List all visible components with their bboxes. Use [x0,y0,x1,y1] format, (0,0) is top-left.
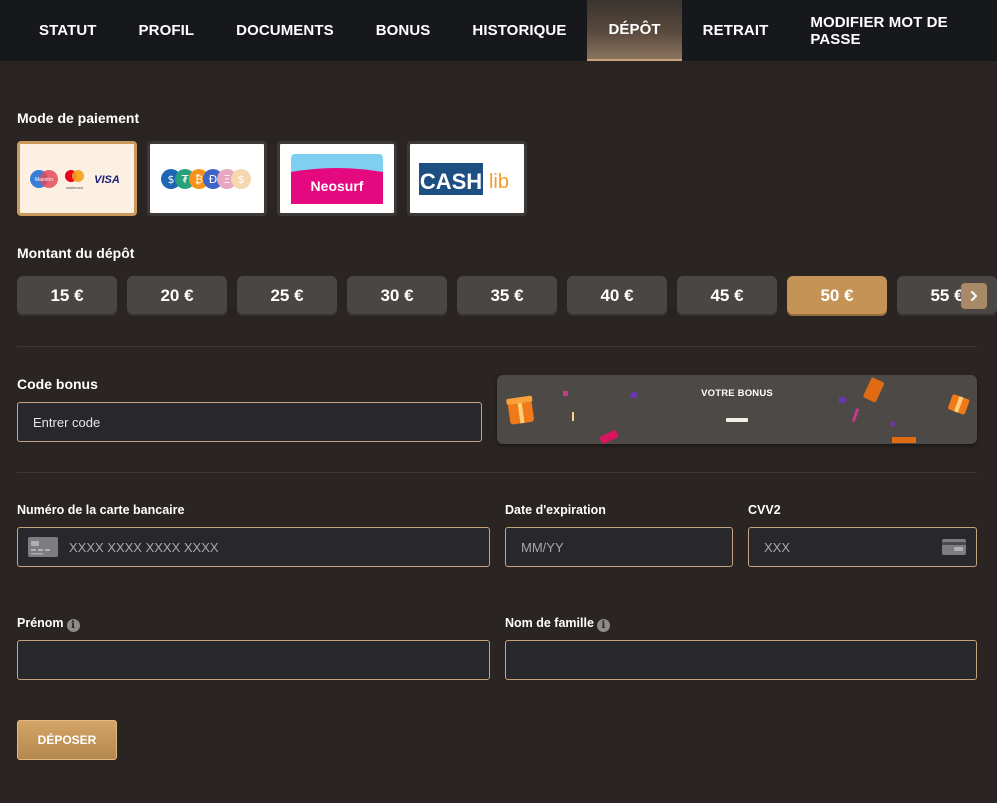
last-name-label: Nom de famille i [505,616,610,632]
amount-option-40[interactable]: 40 € [567,276,667,316]
svg-text:Neosurf: Neosurf [311,178,364,194]
card-number-input[interactable] [58,528,489,566]
svg-text:CASH: CASH [420,169,482,194]
expiry-date-field [505,527,733,567]
info-icon[interactable]: i [66,619,80,632]
tab-profil[interactable]: PROFIL [118,0,216,61]
svg-text:₿: ₿ [195,173,203,186]
amount-option-30[interactable]: 30 € [347,276,447,316]
first-name-label: Prénom i [17,616,80,632]
neosurf-logo: Neosurf [291,153,383,204]
payment-method-label: Mode de paiement [17,110,140,126]
cvv-field [748,527,977,567]
expiry-date-label: Date d'expiration [505,503,606,517]
tab-modifier-mot-de-passe[interactable]: MODIFIER MOT DE PASSE [789,0,997,61]
svg-text:Ξ: Ξ [224,173,231,186]
amount-option-50[interactable]: 50 € [787,276,887,316]
amount-option-35[interactable]: 35 € [457,276,557,316]
svg-text:$: $ [168,173,175,186]
last-name-input[interactable] [506,641,976,679]
cashlib-logo: CASH lib [419,162,509,195]
divider [17,346,977,347]
expiry-date-input[interactable] [506,528,732,566]
tab-statut[interactable]: STATUT [18,0,118,61]
info-icon[interactable]: i [596,619,610,632]
bonus-banner: VOTRE BONUS [497,375,977,444]
cvv-label: CVV2 [748,503,781,517]
bonus-code-label: Code bonus [17,376,98,392]
svg-text:lib: lib [489,171,509,193]
tab-bonus[interactable]: BONUS [355,0,452,61]
cvv-input[interactable] [749,528,942,566]
payment-method-neosurf[interactable]: Neosurf [277,141,397,216]
first-name-label-text: Prénom [17,616,64,630]
bonus-value-placeholder [726,418,748,422]
tab-historique[interactable]: HISTORIQUE [451,0,587,61]
svg-text:Maestro: Maestro [35,177,53,183]
deposit-amount-label: Montant du dépôt [17,245,135,261]
card-number-label: Numéro de la carte bancaire [17,503,185,517]
first-name-input[interactable] [18,641,489,679]
svg-text:mastercard: mastercard [66,186,84,190]
amount-option-25[interactable]: 25 € [237,276,337,316]
last-name-label-text: Nom de famille [505,616,594,630]
deposit-submit-button[interactable]: DÉPOSER [17,720,117,760]
card-back-icon [942,539,966,555]
payment-method-crypto[interactable]: $ ₮ ₿ Ð Ξ $ [147,141,267,216]
card-number-field [17,527,490,567]
svg-text:VISA: VISA [94,174,120,186]
payment-method-cards[interactable]: Maestro mastercard VISA [17,141,137,216]
amount-option-15[interactable]: 15 € [17,276,117,316]
bonus-code-input[interactable] [18,403,481,441]
svg-text:₮: ₮ [182,173,189,186]
amount-option-20[interactable]: 20 € [127,276,227,316]
account-nav: STATUT PROFIL DOCUMENTS BONUS HISTORIQUE… [0,0,997,61]
bonus-code-field [17,402,482,442]
bonus-banner-title: VOTRE BONUS [701,388,773,399]
tab-documents[interactable]: DOCUMENTS [215,0,355,61]
crypto-coins-icon: $ ₮ ₿ Ð Ξ $ [161,168,251,189]
amount-options: 15 € 20 € 25 € 30 € 35 € 40 € 45 € 50 € … [17,276,997,316]
amount-scroll-right-button[interactable] [961,283,987,309]
credit-card-icon [28,537,58,557]
tab-depot[interactable]: DÉPÔT [587,0,682,61]
amount-option-45[interactable]: 45 € [677,276,777,316]
payment-method-cashlib[interactable]: CASH lib [407,141,527,216]
divider [17,472,977,473]
tab-retrait[interactable]: RETRAIT [682,0,790,61]
first-name-field [17,640,490,680]
svg-text:Ð: Ð [209,173,218,186]
chevron-right-icon [971,291,977,301]
confetti-gifts-icon [506,377,970,444]
last-name-field [505,640,977,680]
svg-text:$: $ [238,173,245,186]
card-brands-icon: Maestro mastercard VISA [30,169,120,190]
